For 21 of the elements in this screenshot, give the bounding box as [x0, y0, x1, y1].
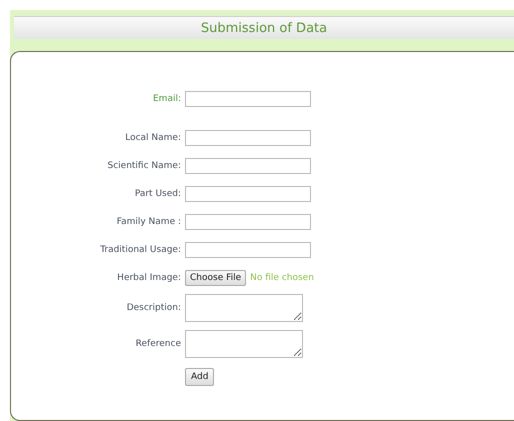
field-label: Scientific Name:: [108, 161, 181, 171]
field-label: Family Name :: [116, 217, 181, 227]
field-label: Local Name:: [125, 133, 181, 143]
text-field[interactable]: [185, 242, 311, 258]
text-field[interactable]: [185, 130, 311, 146]
page-title: Submission of Data: [200, 20, 328, 36]
choose-file-button[interactable]: Choose File: [185, 270, 246, 286]
text-field[interactable]: [185, 214, 311, 230]
text-field[interactable]: [185, 186, 311, 202]
add-button[interactable]: Add: [185, 368, 214, 386]
file-status: No file chosen: [250, 273, 314, 283]
field-label: Part Used:: [134, 189, 181, 199]
field-label: Reference: [136, 339, 181, 349]
text-field[interactable]: [185, 158, 311, 174]
text-area[interactable]: [185, 294, 303, 322]
field-label: Description:: [126, 303, 181, 313]
text-area[interactable]: [185, 330, 303, 358]
field-label: Traditional Usage:: [100, 245, 181, 255]
field-label: Email:: [152, 94, 181, 104]
text-field[interactable]: [185, 91, 311, 107]
field-label: Herbal Image:: [117, 273, 181, 283]
